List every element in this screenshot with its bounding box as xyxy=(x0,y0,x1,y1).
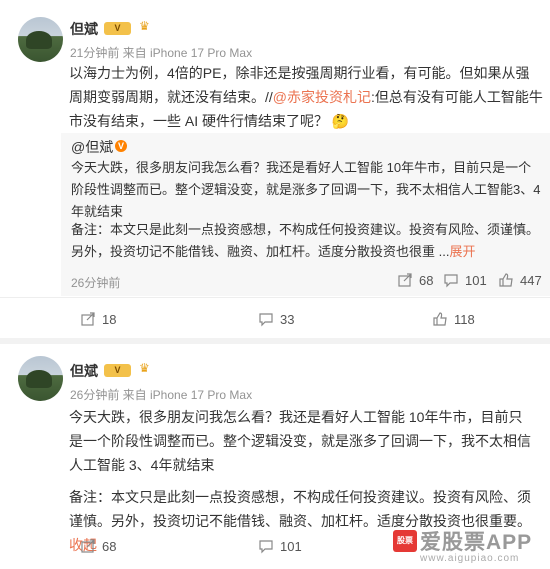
crown-icon: ♛ xyxy=(139,361,150,375)
mention-link[interactable]: @赤家投资札记 xyxy=(273,89,371,105)
comment-icon xyxy=(444,274,458,288)
divider xyxy=(0,297,550,298)
post-meta: 26分钟前 来自 iPhone 17 Pro Max xyxy=(70,388,253,402)
post-card-1: 但斌 V ♛ 21分钟前 来自 iPhone 17 Pro Max 以海力士为例… xyxy=(0,0,550,338)
thumbs-up-icon xyxy=(433,312,447,326)
like-button[interactable]: 118 xyxy=(432,311,475,327)
post-text: 以海力士为例，4倍的PE，除非还是按强周期行业看，有可能。但如果从强周期变弱周期… xyxy=(69,65,543,129)
quoted-note: 备注：本文只是此刻一点投资感想，不构成任何投资建议。投资有风险、须谨慎。另外，投… xyxy=(71,222,540,259)
user-name[interactable]: 但斌 xyxy=(70,361,98,381)
quoted-user[interactable]: @但斌 xyxy=(71,137,113,157)
watermark-url: www.aigupiao.com xyxy=(420,553,520,564)
watermark-brand: 爱股票APP xyxy=(420,531,533,554)
quoted-time: 26分钟前 xyxy=(71,276,121,290)
user-name[interactable]: 但斌 xyxy=(70,19,98,39)
watermark-logo: 股票 xyxy=(393,530,417,552)
share-button[interactable]: 68 xyxy=(80,538,116,554)
verified-icon: V xyxy=(115,140,127,152)
quoted-share-button[interactable]: 68 xyxy=(397,272,433,288)
vip-badge: V xyxy=(104,364,131,377)
thinking-emoji-icon: 🤔 xyxy=(331,113,350,129)
quoted-text: 今天大跌，很多朋友问我怎么看？我还是看好人工智能 10年牛市，目前只是一个阶段性… xyxy=(71,160,541,219)
watermark: 股票 爱股票APP www.aigupiao.com xyxy=(390,526,550,569)
comment-button[interactable]: 33 xyxy=(258,311,294,327)
share-button[interactable]: 18 xyxy=(80,311,116,327)
share-icon xyxy=(81,312,95,326)
post-text: 今天大跌，很多朋友问我怎么看？我还是看好人工智能 10年牛市，目前只是一个阶段性… xyxy=(69,409,531,473)
post-meta: 21分钟前 来自 iPhone 17 Pro Max xyxy=(70,46,253,60)
comment-button[interactable]: 101 xyxy=(258,538,302,554)
quoted-comment-button[interactable]: 101 xyxy=(443,272,487,288)
quoted-post[interactable]: @但斌 V 今天大跌，很多朋友问我怎么看？我还是看好人工智能 10年牛市，目前只… xyxy=(61,133,550,296)
comment-icon xyxy=(259,540,273,554)
expand-link[interactable]: 展开 xyxy=(449,244,475,259)
avatar[interactable] xyxy=(18,356,63,401)
quoted-like-button[interactable]: 447 xyxy=(498,272,542,288)
thumbs-up-icon xyxy=(499,273,513,287)
share-icon xyxy=(81,539,95,553)
avatar[interactable] xyxy=(18,17,63,62)
share-icon xyxy=(398,273,412,287)
comment-icon xyxy=(259,313,273,327)
vip-badge: V xyxy=(104,22,131,35)
crown-icon: ♛ xyxy=(139,19,150,33)
